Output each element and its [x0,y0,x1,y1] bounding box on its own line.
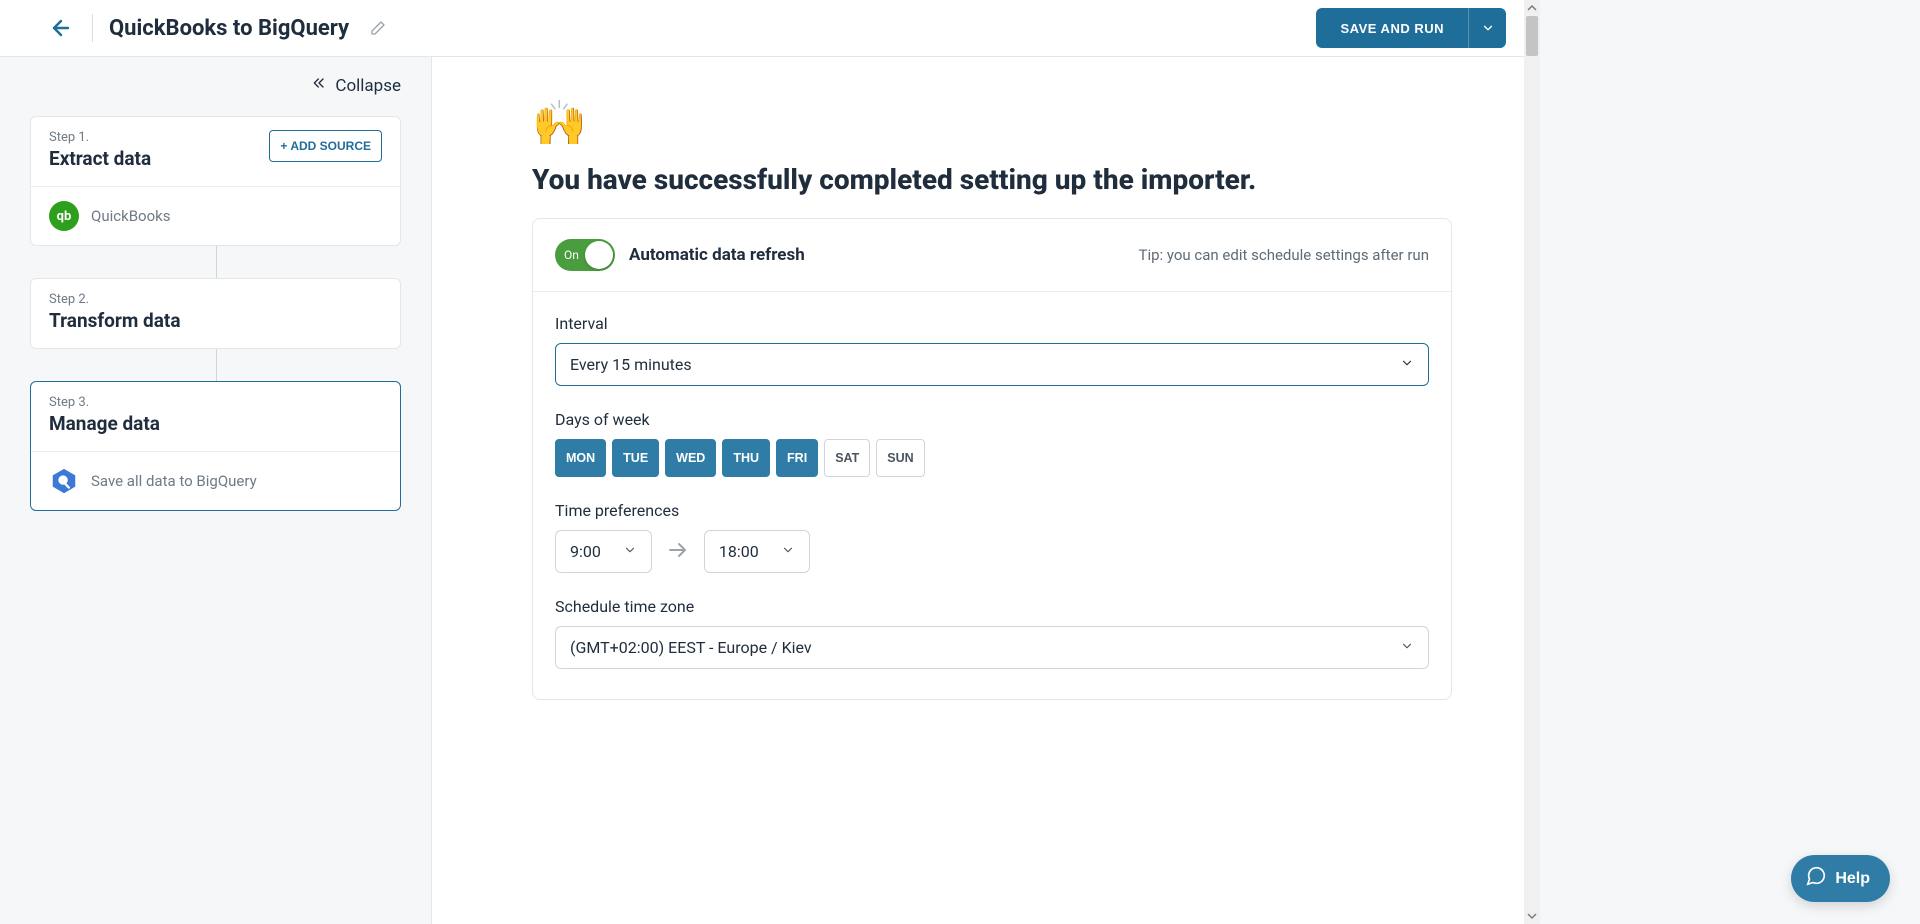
back-arrow-icon[interactable] [46,16,70,40]
step-label: Step 3. [49,395,160,410]
day-toggle-tue[interactable]: TUE [612,439,659,477]
step-label: Step 1. [49,130,151,145]
destination-row-bigquery[interactable]: Save all data to BigQuery [31,451,400,510]
day-toggle-sun[interactable]: SUN [876,439,924,477]
auto-refresh-label: Automatic data refresh [629,245,805,265]
time-start-select[interactable]: 9:00 [555,530,652,573]
header-left: QuickBooks to BigQuery [46,14,387,42]
interval-select[interactable]: Every 15 minutes [555,343,1429,386]
celebration-emoji: 🙌 [532,97,1480,149]
step-title: Transform data [49,309,181,332]
collapse-sidebar-button[interactable]: Collapse [30,75,401,96]
auto-refresh-toggle[interactable]: On [555,239,615,271]
bigquery-icon [49,466,79,496]
toggle-knob [585,241,613,269]
day-toggle-thu[interactable]: THU [722,439,770,477]
sidebar: Collapse Step 1. Extract data + ADD SOUR… [0,57,432,924]
source-name: QuickBooks [91,207,171,225]
connector-line [216,246,217,278]
step-head-transform[interactable]: Step 2. Transform data [31,279,400,348]
edit-title-icon[interactable] [369,19,387,37]
time-end-value: 18:00 [719,542,759,561]
day-toggle-mon[interactable]: MON [555,439,606,477]
step-card-extract: Step 1. Extract data + ADD SOURCE qb Qui… [30,116,401,246]
add-source-button[interactable]: + ADD SOURCE [269,130,382,162]
app-header: QuickBooks to BigQuery SAVE AND RUN [0,0,1540,57]
source-row-quickbooks[interactable]: qb QuickBooks [31,186,400,245]
help-button[interactable]: Help [1791,855,1890,902]
save-and-run-button[interactable]: SAVE AND RUN [1316,8,1468,48]
hero-title: You have successfully completed setting … [532,163,1480,196]
schedule-card: On Automatic data refresh Tip: you can e… [532,218,1452,700]
day-toggle-fri[interactable]: FRI [776,439,818,477]
scrollbar-thumb[interactable] [1526,16,1538,56]
time-end-select[interactable]: 18:00 [704,530,810,573]
connector-line [216,349,217,381]
day-toggle-wed[interactable]: WED [665,439,716,477]
schedule-card-header: On Automatic data refresh Tip: you can e… [533,219,1451,292]
toggle-state-label: On [564,248,579,262]
window-scrollbar[interactable] [1524,0,1540,924]
interval-label: Interval [555,314,1429,333]
step-card-transform: Step 2. Transform data [30,278,401,349]
step-label: Step 2. [49,292,181,307]
step-title: Extract data [49,147,151,170]
collapse-icon [311,75,327,96]
help-icon [1805,865,1827,892]
chevron-down-icon [1400,638,1414,657]
quickbooks-icon: qb [49,201,79,231]
days-of-week-row: MONTUEWEDTHUFRISATSUN [555,439,1429,477]
days-label: Days of week [555,410,1429,429]
arrow-right-icon [666,538,690,566]
help-label: Help [1835,870,1870,888]
header-right: SAVE AND RUN [1316,8,1506,48]
step-head-manage[interactable]: Step 3. Manage data [31,382,400,451]
chevron-down-icon [1400,355,1414,374]
step-card-manage: Step 3. Manage data Save all data to Big… [30,381,401,511]
timezone-select[interactable]: (GMT+02:00) EEST - Europe / Kiev [555,626,1429,669]
timezone-value: (GMT+02:00) EEST - Europe / Kiev [570,638,812,657]
main-panel: 🙌 You have successfully completed settin… [432,57,1540,924]
time-start-value: 9:00 [570,542,601,561]
step-title: Manage data [49,412,160,435]
page-title: QuickBooks to BigQuery [109,16,349,41]
schedule-tip: Tip: you can edit schedule settings afte… [1139,246,1429,264]
day-toggle-sat[interactable]: SAT [824,439,870,477]
save-and-run-dropdown[interactable] [1468,8,1506,48]
timezone-label: Schedule time zone [555,597,1429,616]
chevron-down-icon [781,542,795,561]
chevron-down-icon [623,542,637,561]
step-head-extract[interactable]: Step 1. Extract data + ADD SOURCE [31,117,400,186]
time-label: Time preferences [555,501,1429,520]
interval-value: Every 15 minutes [570,355,692,374]
destination-text: Save all data to BigQuery [91,472,257,490]
vertical-divider [92,14,93,42]
collapse-label: Collapse [335,76,401,96]
